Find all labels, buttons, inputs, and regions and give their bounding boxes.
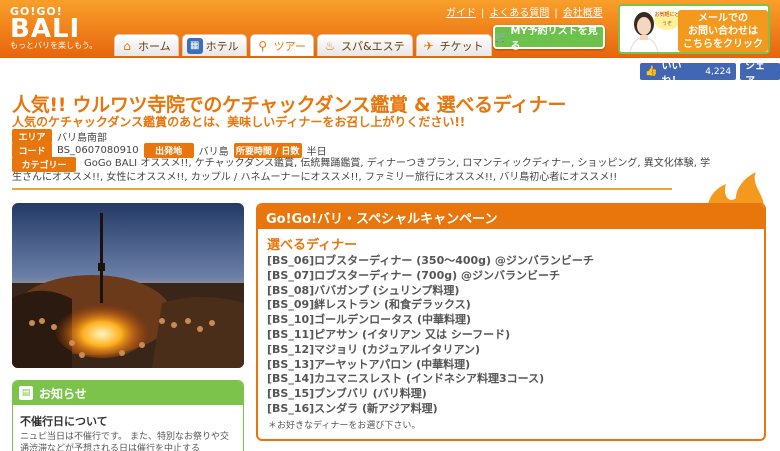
tab-tour-label: ツアー (273, 39, 307, 53)
tab-ticket-label: チケット (439, 39, 484, 53)
tab-home-label: ホーム (138, 39, 171, 53)
faq-link[interactable]: よくある質問 (489, 8, 549, 19)
news-panel: ▤ お知らせ 不催行日について ニュピ当日は不催行です。 また、特別なお祭りや交… (12, 380, 244, 451)
list-item: [BS_07]ロブスターディナー (700g) @ジンバランビーチ (267, 268, 560, 282)
duration-tag: 所要時間 / 日数 (233, 143, 302, 158)
list-item: [BS_14]カユマニスレスト (インドネシア料理3コース) (267, 372, 545, 386)
list-item: [BS_15]ブンブバリ (バリ料理) (267, 387, 427, 401)
tab-spa[interactable]: ♨ スパ&エステ (317, 34, 413, 56)
main-nav: ⌂ ホーム ▦ ホテル ⚲ ツアー ♨ スパ&エステ ✈ チケット (114, 34, 492, 56)
area-tag: エリア (12, 129, 52, 144)
list-item: [BS_16]スンダラ (新アジア料理) (267, 401, 438, 415)
social-buttons: 👍 いいね！ 4,224 シェア (640, 61, 780, 87)
kecak-dance-photo (12, 203, 244, 368)
top-links: ガイド | よくある質問 | 会社概要 (446, 4, 603, 19)
home-icon: ⌂ (123, 38, 131, 53)
dinner-options-list: [BS_06]ロブスターディナー (350～400g) @ジンバランビーチ [B… (258, 254, 764, 417)
tab-tour[interactable]: ⚲ ツアー (249, 34, 315, 56)
tab-home[interactable]: ⌂ ホーム (114, 34, 179, 56)
news-title: 不催行日について (20, 415, 108, 428)
logo-tagline: もっとバリを楽しもう。 (10, 41, 98, 50)
campaign-subheading: 選べるディナー (267, 238, 358, 253)
list-item: [BS_06]ロブスターディナー (350～400g) @ジンバランビーチ (267, 254, 594, 267)
news-header: ▤ お知らせ (13, 381, 243, 405)
tab-ticket[interactable]: ✈ チケット (415, 34, 492, 56)
category-value: GoGo BALI オススメ!!, ケチャックダンス鑑賞, 伝統舞踊鑑賞, ディ… (12, 158, 711, 183)
duration-value: 半日 (306, 147, 327, 158)
departure-value: バリ島 (198, 147, 229, 158)
code-row: コード BS_0607080910 出発地 バリ島 所要時間 / 日数 半日 (12, 143, 327, 158)
logo-main: BALI (10, 14, 81, 44)
facebook-like-button[interactable]: 👍 いいね！ 4,224 (640, 61, 737, 87)
campaign-note: ＊お好きなディナーをお選び下さい。 (268, 420, 421, 431)
contact-banner[interactable]: お気軽にどうぞ メールでの お問い合わせは こちらをクリック (618, 4, 770, 54)
area-row: エリア バリ島南部 (12, 129, 107, 144)
company-link[interactable]: 会社概要 (563, 8, 603, 19)
list-item: [BS_13]アーヤットアパロン (中華料理) (267, 357, 471, 371)
spa-icon: ♨ (324, 38, 336, 53)
hotel-icon: ▦ (186, 37, 203, 54)
my-reservation-list-label: MY予約リストを見る (510, 26, 598, 52)
list-item: [BS_08]ババガンプ (シュリンプ料理) (267, 283, 460, 297)
tab-hotel[interactable]: ▦ ホテル (181, 34, 247, 56)
facebook-share-button[interactable]: シェア (740, 61, 780, 87)
site-logo[interactable]: GO!GO! BALI もっとバリを楽しもう。 (10, 6, 97, 51)
tab-spa-label: スパ&エステ (341, 39, 405, 53)
category-tag: カテゴリー (12, 157, 76, 172)
tab-hotel-label: ホテル (205, 39, 239, 53)
code-value: BS_0607080910 (57, 145, 139, 156)
code-tag: コード (12, 143, 52, 158)
departure-tag: 出発地 (143, 143, 194, 158)
thumbs-up-icon: 👍 (645, 66, 658, 77)
ticket-icon: ✈ (423, 38, 434, 53)
cart-icon: 🛒 (495, 31, 508, 43)
list-item: [BS_11]ピアサン (イタリアン 又は シーフード) (267, 327, 511, 341)
link-separator: | (554, 8, 558, 19)
contact-text: メールでの お問い合わせは こちらをクリック (678, 10, 768, 52)
contact-line-1: メールでの (698, 13, 748, 24)
list-item: [BS_12]マジョリ (カジュアルイタリアン) (267, 342, 481, 356)
tour-subtitle: 人気のケチャックダンス鑑賞のあとは、美味しいディナーをお召し上がりください!! (12, 115, 466, 129)
site-header: GO!GO! BALI もっとバリを楽しもう。 ガイド | よくある質問 | 会社概要 … (0, 0, 780, 58)
area-value: バリ島南部 (57, 133, 107, 144)
guide-link[interactable]: ガイド (446, 8, 476, 19)
like-label: いいね！ (661, 60, 682, 87)
news-heading: お知らせ (39, 386, 87, 401)
link-separator: | (481, 8, 485, 19)
my-reservation-list-button[interactable]: 🛒 MY予約リストを見る (493, 25, 605, 52)
contact-bubble: お気軽にどうぞ (654, 10, 680, 30)
section-divider (12, 188, 672, 190)
special-campaign-panel: Go!Go!バリ・スペシャルキャンペーン 選べるディナー [BS_06]ロブスタ… (256, 203, 766, 441)
contact-line-3: こちらをクリック (683, 39, 763, 50)
like-count: 4,224 (705, 66, 732, 77)
news-icon: ▤ (19, 386, 33, 400)
list-item: [BS_10]ゴールデンロータス (中華料理) (267, 313, 472, 327)
list-item: [BS_09]絆レストラン (和食デラックス) (267, 298, 471, 312)
news-text: ニュピ当日は不催行です。 また、特別なお祭りや交通渋滞などが予想される日は催行を… (20, 432, 229, 451)
campaign-heading: Go!Go!バリ・スペシャルキャンペーン (258, 205, 764, 229)
tour-icon: ⚲ (258, 38, 268, 53)
contact-line-2: お問い合わせは (688, 26, 758, 37)
